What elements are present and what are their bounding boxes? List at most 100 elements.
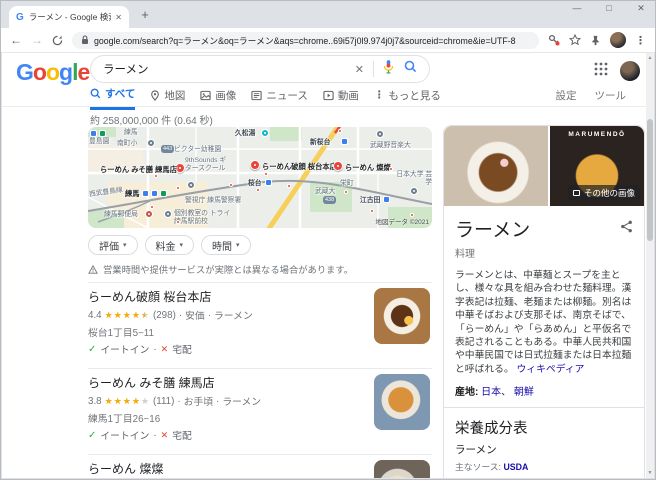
map-label-nichidai: 日本大学 芸術学部 bbox=[393, 171, 432, 186]
window-minimize-button[interactable]: — bbox=[571, 3, 583, 14]
map-badge-ekoda bbox=[383, 196, 390, 203]
star-rating: ★★★★★★★★★★ bbox=[105, 397, 150, 406]
filter-price[interactable]: 料金▾ bbox=[145, 235, 195, 255]
forward-icon[interactable]: → bbox=[31, 34, 43, 46]
review-count: (298) bbox=[153, 310, 176, 321]
apps-grid-icon[interactable] bbox=[594, 62, 608, 81]
map-badge-toshimaen-metro bbox=[99, 130, 106, 137]
bookmark-star-icon[interactable] bbox=[569, 34, 581, 46]
page-scrollbar[interactable]: ▲ ▼ bbox=[646, 53, 654, 478]
tab-videos[interactable]: 動画 bbox=[323, 86, 359, 110]
map-label-hagan[interactable]: らーめん破顔 桜台本店 bbox=[262, 163, 337, 171]
knowledge-photo-1[interactable] bbox=[444, 126, 548, 206]
map-label-ninth-sounds: 9thSounds ギタースクール bbox=[185, 157, 231, 172]
search-input[interactable] bbox=[103, 63, 355, 75]
rating-value: 4.4 bbox=[88, 310, 102, 321]
new-tab-button[interactable]: + bbox=[137, 7, 153, 23]
map-label-sansan[interactable]: らーめん 燦燦 bbox=[345, 164, 391, 172]
divider bbox=[444, 407, 644, 408]
local-map[interactable]: 豊島園 練馬 南町小 443 ビクター幼稚園 久松湯 新桜台 武蔵野音楽大 9t… bbox=[88, 127, 432, 228]
map-dot bbox=[389, 167, 393, 171]
chevron-down-icon: ▾ bbox=[180, 241, 184, 249]
review-count: (111) bbox=[153, 396, 174, 407]
settings-link[interactable]: 設定 bbox=[556, 88, 577, 103]
tab-all[interactable]: すべて bbox=[90, 86, 135, 110]
map-badge-nerima-2 bbox=[151, 190, 158, 197]
password-key-icon[interactable] bbox=[548, 34, 560, 46]
local-result-3[interactable]: らーめん 燦燦 4.0 ★★★★★★★★★★ (98) · 安価 · ラーメン … bbox=[88, 454, 432, 478]
usda-link[interactable]: USDA bbox=[503, 462, 528, 472]
price-level: お手頃 bbox=[184, 394, 213, 408]
back-icon[interactable]: ← bbox=[10, 34, 22, 46]
map-poi-post-icon bbox=[145, 210, 153, 218]
result-photo[interactable] bbox=[374, 460, 430, 478]
scroll-down-arrow[interactable]: ▼ bbox=[646, 470, 654, 476]
tab-news[interactable]: ニュース bbox=[251, 86, 307, 110]
map-dot bbox=[150, 205, 154, 209]
map-label-try-school: 個別教室の トライ 練馬駅前校 bbox=[174, 210, 236, 225]
nutrition-source: 主なソース: USDA bbox=[455, 460, 633, 473]
results-tab-bar: すべて 地図 画像 ニュース 動画 bbox=[2, 86, 654, 107]
scroll-up-arrow[interactable]: ▲ bbox=[646, 55, 654, 61]
map-poi-bathhouse-icon bbox=[261, 129, 269, 137]
voice-search-icon[interactable] bbox=[383, 60, 394, 79]
knowledge-panel: MARUMENDŌ その他の画像 ラーメン 料理 ラーメンとは、中華麺とスープを bbox=[443, 125, 645, 478]
map-label-misozen[interactable]: らーめん みそ膳 練馬店 bbox=[100, 166, 177, 174]
filter-rating[interactable]: 評価▾ bbox=[88, 235, 138, 255]
google-favicon-icon: G bbox=[16, 12, 24, 23]
filter-hours[interactable]: 時間▾ bbox=[201, 235, 251, 255]
browser-profile-avatar[interactable] bbox=[610, 32, 626, 48]
map-pin-hagan[interactable] bbox=[250, 160, 260, 170]
tools-link[interactable]: ツール bbox=[595, 88, 627, 103]
tab-images[interactable]: 画像 bbox=[200, 86, 236, 110]
news-tab-icon bbox=[251, 90, 262, 101]
share-icon[interactable] bbox=[620, 220, 633, 238]
result-name[interactable]: らーめん 燦燦 bbox=[88, 460, 368, 477]
account-avatar[interactable] bbox=[620, 61, 640, 81]
result-photo[interactable] bbox=[374, 374, 430, 430]
tab-close-icon[interactable]: ✕ bbox=[115, 13, 122, 22]
more-images-button[interactable]: その他の画像 bbox=[568, 185, 640, 201]
google-logo[interactable]: Google bbox=[16, 59, 89, 86]
cross-icon: ✕ bbox=[161, 430, 169, 441]
window-maximize-button[interactable]: □ bbox=[603, 3, 615, 14]
nutrition-item: ラーメン bbox=[455, 442, 633, 457]
clear-search-icon[interactable]: ✕ bbox=[355, 63, 364, 76]
knowledge-photo-2[interactable]: MARUMENDŌ その他の画像 bbox=[550, 126, 644, 206]
rating-value: 3.8 bbox=[88, 396, 102, 407]
map-pin-sansan[interactable] bbox=[333, 161, 343, 171]
tab-maps[interactable]: 地図 bbox=[150, 86, 185, 110]
category: ラーメン bbox=[214, 308, 253, 322]
origin-korea-link[interactable]: 朝鮮 bbox=[514, 387, 534, 398]
map-pin-icon bbox=[150, 90, 160, 101]
map-badge-nerima-3 bbox=[160, 190, 167, 197]
result-name[interactable]: らーめん みそ膳 練馬店 bbox=[88, 374, 368, 391]
map-dot bbox=[344, 190, 348, 194]
result-stats: 約 258,000,000 件 (0.64 秒) bbox=[90, 112, 213, 127]
wikipedia-link[interactable]: ウィキペディア bbox=[517, 364, 585, 375]
local-result-1[interactable]: らーめん破顔 桜台本店 4.4 ★★★★★★★★★★ (298) · 安価 · … bbox=[88, 282, 432, 362]
origin-japan-link[interactable]: 日本 bbox=[481, 387, 501, 398]
tab-more[interactable]: ⋮ もっと見る bbox=[374, 86, 441, 110]
address-bar[interactable]: google.com/search?q=ラーメン&oq=ラーメン&aqs=chr… bbox=[72, 32, 539, 49]
scrollbar-thumb[interactable] bbox=[647, 119, 653, 241]
window-close-button[interactable]: ✕ bbox=[635, 3, 647, 14]
map-poi-school-icon bbox=[147, 139, 155, 147]
nutrition-title: 栄養成分表 bbox=[455, 417, 633, 438]
browser-menu-icon[interactable]: ⋮ bbox=[635, 34, 646, 47]
browser-toolbar: ← → google.com/search?q=ラーメン&oq=ラーメン&aqs… bbox=[1, 28, 655, 53]
knowledge-subtitle: 料理 bbox=[455, 245, 633, 260]
reload-icon[interactable] bbox=[52, 35, 63, 46]
result-name[interactable]: らーめん破顔 桜台本店 bbox=[88, 288, 368, 305]
search-submit-icon[interactable] bbox=[404, 60, 417, 78]
browser-tab[interactable]: G ラーメン - Google 検索 ✕ bbox=[9, 6, 129, 28]
photo-brand-text: MARUMENDŌ bbox=[550, 131, 644, 138]
result-photo[interactable] bbox=[374, 288, 430, 344]
search-box[interactable]: ✕ bbox=[90, 55, 430, 83]
map-label-sakaemachi: 栄町 bbox=[340, 180, 354, 188]
knowledge-description: ラーメンとは、中華麺とスープを主とし、様々な具を組み合わせた麺料理。漢字表記は拉… bbox=[455, 269, 633, 376]
local-result-2[interactable]: らーめん みそ膳 練馬店 3.8 ★★★★★★★★★★ (111) · お手頃 … bbox=[88, 368, 432, 448]
extension-pin-icon[interactable] bbox=[590, 35, 601, 46]
map-label-post-office: 練馬郵便局 bbox=[104, 211, 138, 219]
map-dot bbox=[176, 220, 180, 224]
